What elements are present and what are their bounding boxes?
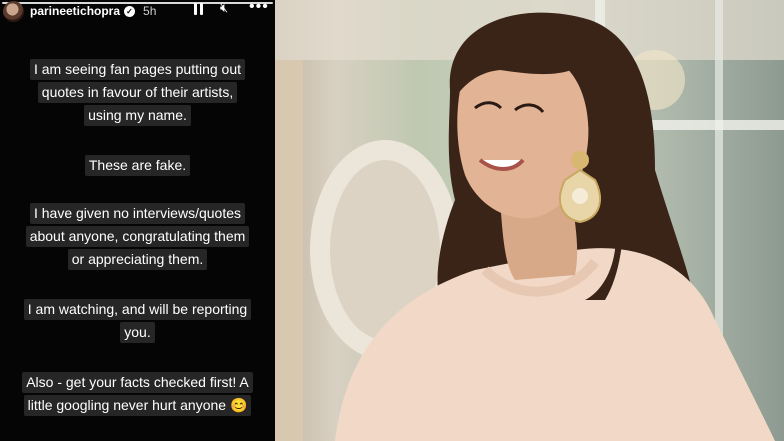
story-text-paragraph-1: I am seeing fan pages putting out quotes… [0,59,275,128]
story-line: about anyone, congratulating them [25,226,250,247]
story-line: These are fake. [84,155,191,176]
story-line: I have given no interviews/quotes [29,203,245,224]
username[interactable]: parineetichopra [30,4,120,18]
verified-badge-icon: ✓ [124,5,136,17]
photo-of-woman [275,0,784,441]
screenshot: parineetichopra ✓ 5h 🔇︎ ••• I am seeing … [0,0,784,441]
story-text-paragraph-2: These are fake. [0,155,275,178]
photo-illustration [275,0,784,441]
story-line: Also - get your facts checked first! A [22,372,253,393]
mute-icon[interactable]: 🔇︎ [220,1,228,15]
story-line: quotes in favour of their artists, [37,82,238,103]
story-line: I am watching, and will be reporting [23,299,252,320]
story-text-paragraph-5: Also - get your facts checked first! A l… [0,372,275,418]
story-line: or appreciating them. [67,249,208,270]
story-line: you. [120,322,155,343]
instagram-story: parineetichopra ✓ 5h 🔇︎ ••• I am seeing … [0,0,275,441]
story-header: parineetichopra ✓ 5h [0,0,275,22]
story-line: I am seeing fan pages putting out [29,59,246,80]
post-time: 5h [143,4,157,18]
avatar[interactable] [3,0,24,22]
story-line: using my name. [84,105,191,126]
story-line: little googling never hurt anyone 😊 [23,395,252,416]
more-icon[interactable]: ••• [249,0,269,15]
story-text-paragraph-4: I am watching, and will be reporting you… [0,299,275,345]
story-text-paragraph-3: I have given no interviews/quotes about … [0,203,275,272]
pause-icon[interactable] [194,3,204,15]
